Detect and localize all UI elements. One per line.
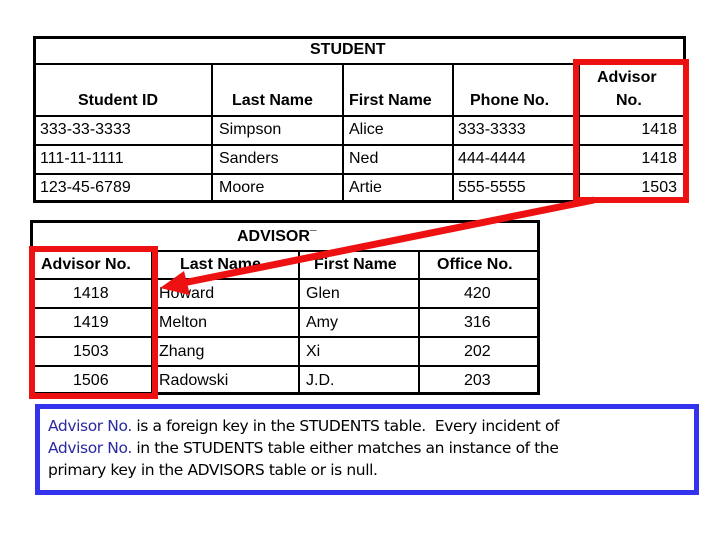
note-line1: is a foreign key in the STUDENTS table. …	[131, 417, 560, 435]
arrow-shaft	[177, 196, 595, 288]
note-term: Advisor No.	[48, 417, 132, 435]
note-line3: primary key in the ADVISORS table or is …	[48, 461, 378, 479]
arrow-head-icon	[160, 271, 190, 295]
note-term: Advisor No.	[48, 439, 132, 457]
foreign-key-note: Advisor No. is a foreign key in the STUD…	[35, 404, 699, 495]
note-line2: in the STUDENTS table either matches an …	[131, 439, 559, 457]
note-text: Advisor No. is a foreign key in the STUD…	[48, 415, 686, 481]
